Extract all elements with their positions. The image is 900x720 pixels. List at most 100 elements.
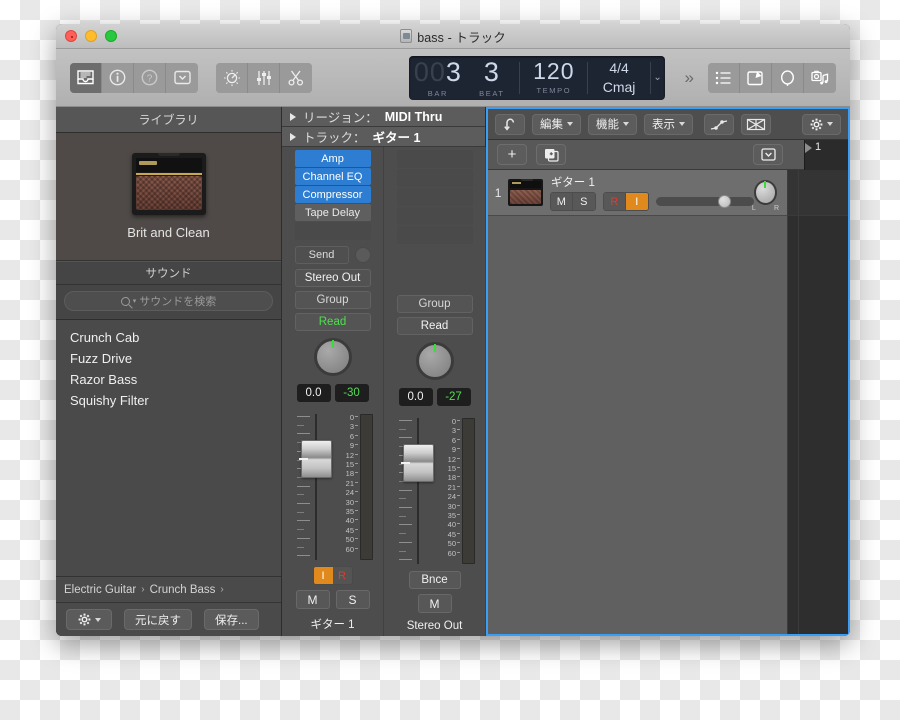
track-lane[interactable]: [788, 170, 848, 216]
track-toolbar: 編集 機能 表示: [488, 109, 848, 140]
disclosure-triangle-icon[interactable]: [290, 112, 296, 121]
view-menu[interactable]: 表示: [644, 113, 693, 135]
library-gear-button[interactable]: [66, 609, 112, 630]
notes-button[interactable]: [740, 62, 772, 93]
track-volume-slider[interactable]: [655, 195, 754, 208]
strip-name: Stereo Out: [406, 620, 463, 632]
track-pan-knob[interactable]: LR: [752, 180, 779, 212]
inspector-region-header[interactable]: リージョン： MIDI Thru: [282, 107, 485, 127]
help-button[interactable]: ?: [134, 62, 166, 93]
track-name[interactable]: ギター 1: [551, 174, 754, 190]
scissors-button[interactable]: [280, 62, 312, 93]
plugin-slot-compressor[interactable]: Compressor: [294, 186, 371, 203]
back-arrow-icon[interactable]: [495, 113, 525, 135]
plugin-slot-tape-delay[interactable]: Tape Delay: [294, 204, 371, 221]
fader-handle[interactable]: [401, 444, 434, 482]
minimize-button[interactable]: [85, 30, 97, 42]
breadcrumb-item-patch[interactable]: Crunch Bass: [150, 584, 216, 596]
plugin-slot-empty[interactable]: [396, 188, 473, 206]
list-item[interactable]: Crunch Cab: [56, 327, 281, 348]
track-main: ギター 1 M S R I: [549, 174, 754, 211]
breadcrumb-item-category[interactable]: Electric Guitar: [64, 584, 136, 596]
volume-fader[interactable]: [289, 412, 335, 562]
collapse-button[interactable]: [753, 144, 783, 165]
bar-ruler[interactable]: 1: [804, 140, 848, 170]
send-level-knob[interactable]: [354, 247, 371, 263]
volume-fader[interactable]: [391, 416, 437, 566]
plugin-slot-amp[interactable]: Amp: [294, 150, 371, 167]
record-enable-button[interactable]: R: [603, 193, 626, 210]
pan-value[interactable]: -27: [436, 388, 471, 406]
track-canvas[interactable]: [788, 170, 848, 634]
inspector-track-header[interactable]: トラック： ギター 1: [282, 127, 485, 147]
duplicate-track-icon[interactable]: [536, 144, 566, 165]
lcd-position[interactable]: 003 BAR 3 BEAT: [409, 56, 520, 100]
list-item[interactable]: Fuzz Drive: [56, 348, 281, 369]
pan-knob[interactable]: [415, 342, 454, 380]
edit-menu[interactable]: 編集: [532, 113, 581, 135]
record-enable-button[interactable]: I: [313, 567, 333, 584]
plugin-slot-empty[interactable]: [396, 226, 473, 244]
flex-time-icon[interactable]: [741, 113, 771, 135]
group-button[interactable]: Group: [396, 295, 473, 313]
plugin-slot-channel-eq[interactable]: Channel EQ: [294, 168, 371, 185]
lcd-bar-label: BAR: [427, 88, 448, 98]
search-input[interactable]: ▾ サウンドを検索: [64, 291, 273, 311]
inspector-button[interactable]: [102, 62, 134, 93]
mute-button[interactable]: M: [550, 193, 573, 210]
loops-button[interactable]: [772, 62, 804, 93]
lcd-signature[interactable]: 4/4 Cmaj: [588, 56, 649, 100]
plugin-slot-empty[interactable]: [294, 222, 371, 240]
send-button[interactable]: Send: [294, 246, 349, 264]
input-monitor-button[interactable]: I: [625, 193, 648, 210]
lcd-tempo[interactable]: 120 TEMPO: [520, 56, 587, 100]
functions-menu-label: 機能: [596, 119, 619, 131]
table-row[interactable]: 1 ギター 1 M S R I L R: [488, 170, 787, 216]
pan-value[interactable]: -30: [334, 384, 369, 402]
mute-button[interactable]: M: [417, 594, 452, 613]
guitar-amp-icon[interactable]: [508, 179, 543, 206]
output-button[interactable]: Stereo Out: [294, 269, 371, 287]
list-editors-button[interactable]: [708, 62, 740, 93]
library-patch-name: Brit and Clean: [127, 225, 210, 240]
media-button[interactable]: [804, 62, 836, 93]
chevron-down-icon: [567, 122, 573, 126]
mute-button[interactable]: M: [295, 590, 330, 609]
close-button[interactable]: [65, 30, 77, 42]
meter-scale-label: 9: [451, 445, 461, 455]
functions-menu[interactable]: 機能: [588, 113, 637, 135]
input-monitor-button[interactable]: R: [332, 567, 352, 584]
solo-button[interactable]: S: [572, 193, 595, 210]
gain-value[interactable]: 0.0: [296, 384, 331, 402]
automation-mode-button[interactable]: Read: [396, 317, 473, 335]
library-button[interactable]: [70, 62, 102, 93]
gain-value[interactable]: 0.0: [398, 388, 433, 406]
lcd-display[interactable]: 003 BAR 3 BEAT 120 TEMPO 4/4 Cmaj ⌄: [408, 55, 665, 100]
group-button[interactable]: Group: [294, 291, 371, 309]
add-track-button[interactable]: +: [497, 144, 527, 165]
automation-mode-button[interactable]: Read: [294, 313, 371, 331]
metronome-button[interactable]: [216, 62, 248, 93]
fader-handle[interactable]: [299, 440, 332, 478]
search-chevron-down-icon[interactable]: ▾: [133, 297, 137, 305]
library-patch-preview[interactable]: Brit and Clean: [56, 133, 281, 261]
box-chevron-down-icon[interactable]: [166, 62, 198, 93]
automation-curve-icon[interactable]: [704, 113, 734, 135]
save-button[interactable]: 保存...: [204, 609, 259, 630]
plugin-slot-empty[interactable]: [396, 169, 473, 187]
plugin-slot-empty[interactable]: [396, 150, 473, 168]
pan-knob[interactable]: [313, 338, 352, 376]
mixer-button[interactable]: [248, 62, 280, 93]
maximize-button[interactable]: [105, 30, 117, 42]
lcd-chevron-down-icon[interactable]: ⌄: [651, 56, 665, 100]
solo-button[interactable]: S: [335, 590, 370, 609]
track-gear-button[interactable]: [802, 113, 841, 135]
undo-button[interactable]: 元に戻す: [124, 609, 192, 630]
list-item[interactable]: Squishy Filter: [56, 390, 281, 411]
playhead-icon[interactable]: [805, 143, 812, 153]
toolbar-overflow-button[interactable]: »: [685, 68, 695, 88]
list-item[interactable]: Razor Bass: [56, 369, 281, 390]
plugin-slot-empty[interactable]: [396, 207, 473, 225]
disclosure-triangle-icon[interactable]: [290, 132, 296, 141]
bounce-button[interactable]: Bnce: [408, 571, 461, 589]
